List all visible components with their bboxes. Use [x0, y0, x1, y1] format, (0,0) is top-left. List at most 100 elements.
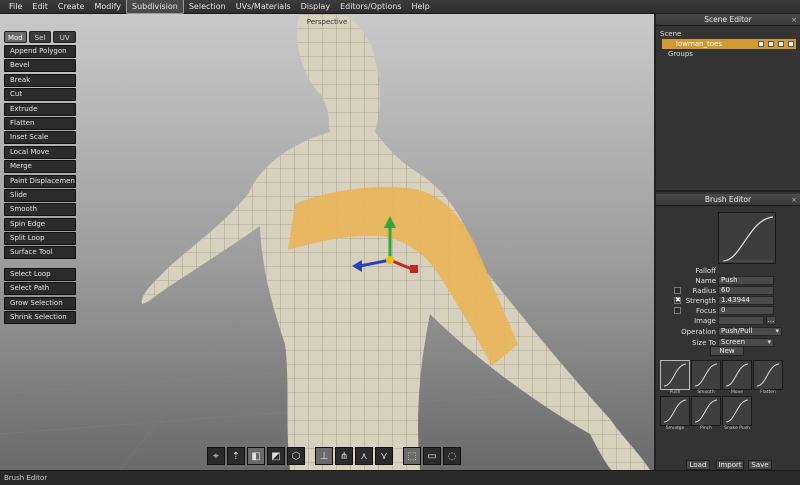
tool-merge[interactable]: Merge	[4, 160, 76, 174]
image-browse-button[interactable]: ...	[766, 316, 776, 325]
preset-smooth[interactable]	[691, 360, 721, 390]
operation-label: Operation	[681, 328, 716, 336]
close-icon[interactable]: ×	[791, 14, 797, 26]
menu-modify[interactable]: Modify	[89, 0, 126, 13]
menu-file[interactable]: File	[4, 0, 27, 13]
tool-break[interactable]: Break	[4, 73, 76, 87]
scene-editor-title: Scene Editor	[704, 15, 752, 24]
tool-append-polygon[interactable]: Append Polygon	[4, 45, 76, 58]
radius-label: Radius	[692, 287, 716, 295]
menu-create[interactable]: Create	[53, 0, 90, 13]
radius-checkbox[interactable]	[674, 287, 681, 294]
load-button[interactable]: Load	[686, 460, 710, 470]
image-label: Image	[694, 317, 716, 325]
menu-help[interactable]: Help	[406, 0, 434, 13]
snap-icon[interactable]: ⌖	[207, 447, 225, 465]
tab-uv[interactable]: UV	[53, 31, 77, 43]
strength-field[interactable]: 1.43944	[718, 296, 774, 305]
tab-mod[interactable]: Mod	[4, 31, 27, 43]
move-icon[interactable]: ⇡	[227, 447, 245, 465]
operation-select[interactable]: Push/Pull	[718, 327, 782, 336]
tree-item-label: lowman_toes	[676, 40, 722, 48]
preset-flatten-label: Flatten	[760, 390, 776, 395]
tab-sel[interactable]: Sel	[28, 31, 52, 43]
falloff-row: Falloff	[656, 266, 800, 276]
status-bar: Brush Editor	[0, 470, 800, 484]
tool-split-loop[interactable]: Split Loop	[4, 232, 76, 246]
focus-field[interactable]: 0	[718, 306, 774, 315]
axis-local-icon[interactable]: ⋔	[335, 447, 353, 465]
preset-push[interactable]	[660, 360, 690, 390]
character-mesh	[141, 14, 650, 470]
axis-icon[interactable]: ⊥	[315, 447, 333, 465]
menu-display[interactable]: Display	[296, 0, 336, 13]
tool-cut[interactable]: Cut	[4, 88, 76, 102]
focus-label: Focus	[696, 307, 716, 315]
select-rect-icon[interactable]: ⬚	[403, 447, 421, 465]
tree-groups[interactable]: Groups	[660, 49, 796, 59]
mesh-icon[interactable]	[758, 41, 764, 47]
strength-checkbox[interactable]: ✖	[674, 297, 681, 304]
tool-select-loop[interactable]: Select Loop	[4, 267, 76, 281]
tool-grow-selection[interactable]: Grow Selection	[4, 296, 76, 310]
save-button[interactable]: Save	[748, 460, 772, 470]
brush-editor-title: Brush Editor	[704, 195, 752, 204]
preset-smudge[interactable]	[660, 396, 690, 426]
material-icon[interactable]	[768, 41, 774, 47]
tool-spin-edge[interactable]: Spin Edge	[4, 217, 76, 231]
image-field[interactable]	[718, 316, 764, 325]
cube-shaded-icon[interactable]: ◩	[267, 447, 285, 465]
menu-uvs-materials[interactable]: UVs/Materials	[231, 0, 296, 13]
name-field[interactable]: Push	[718, 276, 774, 285]
select-lasso-icon[interactable]: ▭	[423, 447, 441, 465]
tool-surface-tool[interactable]: Surface Tool	[4, 246, 76, 260]
tool-inset-scale[interactable]: Inset Scale	[4, 131, 76, 145]
strength-label: Strength	[685, 297, 716, 305]
tool-local-move[interactable]: Local Move	[4, 145, 76, 159]
radius-field[interactable]: 60	[718, 286, 774, 295]
falloff-curve[interactable]	[718, 212, 776, 264]
tool-bevel[interactable]: Bevel	[4, 59, 76, 73]
axis-object-icon[interactable]: ⋎	[375, 447, 393, 465]
preset-push-label: Push	[669, 390, 681, 395]
tool-extrude[interactable]: Extrude	[4, 102, 76, 116]
lock-icon[interactable]	[788, 41, 794, 47]
tree-scene-root[interactable]: Scene	[660, 29, 796, 39]
scene-editor: Scene Editor × Scene lowman_toes Groups	[656, 14, 800, 192]
close-icon[interactable]: ×	[791, 194, 797, 206]
tool-slide[interactable]: Slide	[4, 188, 76, 202]
select-loop-icon[interactable]: ◌	[443, 447, 461, 465]
scene-editor-header: Scene Editor ×	[656, 14, 800, 26]
preset-snake-push[interactable]	[722, 396, 752, 426]
axis-screen-icon[interactable]: ⋏	[355, 447, 373, 465]
tool-select-path[interactable]: Select Path	[4, 282, 76, 296]
preset-move[interactable]	[722, 360, 752, 390]
preset-smudge-label: Smudge	[665, 426, 685, 431]
menu-subdivision[interactable]: Subdivision	[126, 0, 184, 14]
menu-bar: File Edit Create Modify Subdivision Sele…	[0, 0, 800, 14]
tool-smooth[interactable]: Smooth	[4, 203, 76, 217]
viewport-label: Perspective	[306, 18, 348, 26]
radius-row: Radius 60	[656, 286, 800, 296]
menu-selection[interactable]: Selection	[184, 0, 231, 13]
menu-edit[interactable]: Edit	[27, 0, 53, 13]
viewport-toolbar: ⌖ ⇡ ◧ ◩ ⬡ ⊥ ⋔ ⋏ ⋎ ⬚ ▭ ◌	[207, 447, 461, 467]
preset-flatten[interactable]	[753, 360, 783, 390]
cube-wire-icon[interactable]: ⬡	[287, 447, 305, 465]
tool-flatten[interactable]: Flatten	[4, 116, 76, 130]
tool-paint-displacement[interactable]: Paint Displacement	[4, 174, 76, 188]
new-brush-button[interactable]: New	[710, 346, 744, 356]
name-label: Name	[695, 277, 716, 285]
cube-solid-icon[interactable]: ◧	[247, 447, 265, 465]
strength-row: ✖ Strength 1.43944	[656, 296, 800, 306]
preset-move-label: Move	[730, 390, 744, 395]
tool-box: Mod Sel UV Append Polygon Bevel Break Cu…	[4, 31, 77, 325]
preset-pinch[interactable]	[691, 396, 721, 426]
menu-editors-options[interactable]: Editors/Options	[335, 0, 406, 13]
tree-item-selected[interactable]: lowman_toes	[662, 39, 796, 49]
visibility-icon[interactable]	[778, 41, 784, 47]
tool-shrink-selection[interactable]: Shrink Selection	[4, 311, 76, 325]
import-button[interactable]: Import	[716, 460, 744, 470]
focus-checkbox[interactable]	[674, 307, 681, 314]
viewport-3d[interactable]: Perspective Mod Sel UV Append Polygon Be…	[0, 14, 654, 470]
